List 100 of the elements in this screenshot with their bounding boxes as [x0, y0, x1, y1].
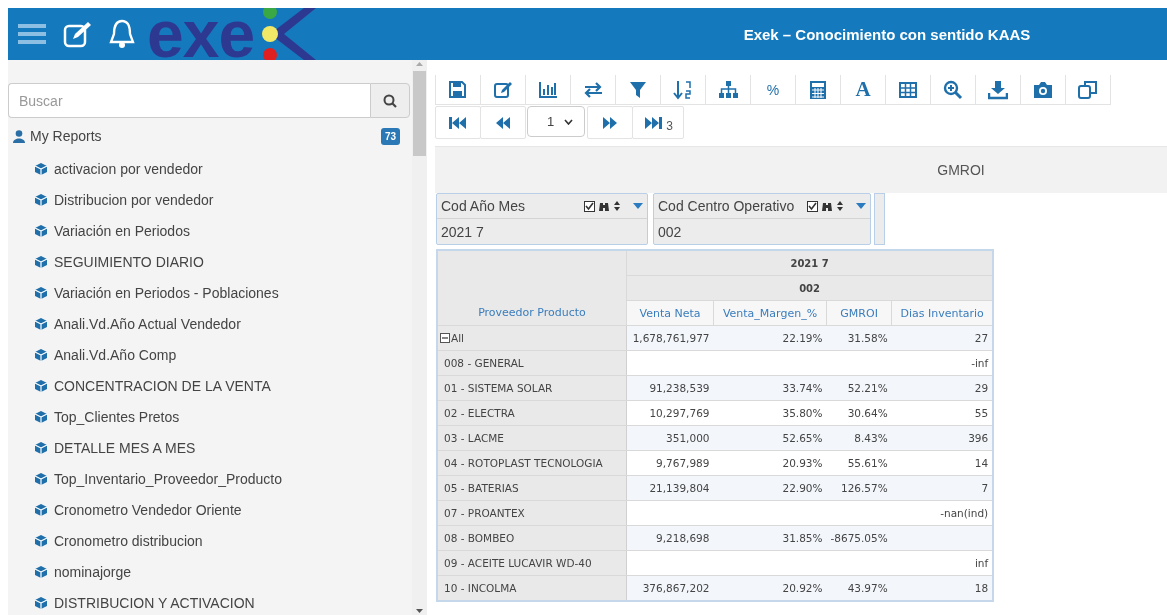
report-item[interactable]: Top_Inventario_Proveedor_Producto: [54, 470, 283, 487]
scrollbar[interactable]: [412, 60, 427, 615]
table-cell: 9,218,698: [656, 532, 710, 544]
filter-field[interactable]: Cod Año Mes 2021 7: [436, 193, 648, 245]
row-label: 01 - SISTEMA SOLAR: [444, 382, 553, 394]
search-field[interactable]: Buscar: [8, 83, 370, 118]
table-cell: 20.93%: [782, 457, 823, 469]
table-cell: 35.80%: [782, 407, 823, 419]
cube-icon: [34, 595, 48, 610]
column-group-header: 002: [626, 275, 994, 301]
copy-icon: [1078, 79, 1098, 100]
last-page-button[interactable]: 3: [632, 106, 684, 139]
table-cell: 91,238,539: [649, 382, 710, 394]
report-item[interactable]: activacion por vendedor: [54, 160, 203, 177]
binoculars-icon[interactable]: [598, 200, 610, 212]
checkbox-icon[interactable]: [807, 200, 818, 212]
report-item[interactable]: Cronometro Vendedor Oriente: [54, 501, 242, 518]
report-item[interactable]: SEGUIMIENTO DIARIO: [54, 253, 204, 270]
report-item[interactable]: CONCENTRACION DE LA VENTA: [54, 377, 271, 394]
row-label: 05 - BATERIAS: [444, 482, 519, 494]
row-label: 08 - BOMBEO: [444, 532, 515, 544]
cube-icon: [34, 471, 48, 486]
report-item[interactable]: DISTRIBUCION Y ACTIVACION: [54, 594, 255, 611]
table-cell: 22.90%: [782, 482, 823, 494]
row-label: 02 - ELECTRA: [444, 407, 515, 419]
report-item[interactable]: Anali.Vd.Año Actual Vendedor: [54, 315, 241, 332]
checkbox-icon[interactable]: [584, 200, 595, 212]
row-label: 04 - ROTOPLAST TECNOLOGIA: [444, 457, 603, 469]
filter-value: 002: [657, 222, 683, 242]
cube-icon: [34, 533, 48, 548]
camera-icon: [1033, 79, 1053, 100]
cube-icon: [34, 502, 48, 517]
report-item[interactable]: Variación en Periodos - Poblaciones: [54, 284, 279, 301]
column-header[interactable]: Proveedor Producto: [437, 250, 627, 326]
report-item[interactable]: Variación en Periodos: [54, 222, 190, 239]
section-title[interactable]: My Reports: [30, 128, 381, 144]
table-cell: 21,139,804: [649, 482, 710, 494]
column-group-header: 2021 7: [626, 250, 994, 276]
cube-icon: [34, 347, 48, 362]
user-icon: [13, 129, 25, 143]
table-cell: 396: [968, 432, 989, 444]
edit-icon[interactable]: [63, 20, 93, 48]
column-header[interactable]: Venta_Margen_%: [713, 300, 827, 326]
table-cell: 43.97%: [847, 582, 888, 594]
cube-icon: [34, 564, 48, 579]
table-cell: 31.58%: [847, 332, 888, 344]
bar-chart-icon: [538, 79, 558, 100]
report-item[interactable]: Cronometro distribucion: [54, 532, 203, 549]
filter-icon: [628, 79, 648, 100]
binoculars-icon[interactable]: [821, 200, 833, 212]
app-title: Exek – Conocimiento con sentido KAAS: [742, 25, 1032, 43]
collapse-icon[interactable]: [440, 332, 450, 343]
report-item[interactable]: Top_Clientes Pretos: [54, 408, 180, 425]
table-cell: 30.64%: [847, 407, 888, 419]
cube-icon: [34, 192, 48, 207]
report-item[interactable]: Anali.Vd.Año Comp: [54, 346, 177, 363]
save-button[interactable]: [435, 75, 481, 105]
cube-icon: [34, 316, 48, 331]
table-cell: -inf: [971, 357, 989, 369]
swap-arrows-icon: [583, 79, 603, 100]
dropdown-caret-icon[interactable]: [633, 203, 643, 209]
download-icon: [988, 79, 1008, 100]
search-button[interactable]: [370, 83, 410, 118]
sort-icon: [673, 79, 693, 100]
report-item[interactable]: Distribucion por vendedor: [54, 191, 214, 208]
table-grid-icon: [898, 79, 918, 100]
scroll-down-icon[interactable]: [415, 607, 424, 615]
next-page-button[interactable]: [587, 106, 633, 139]
count-badge: 73: [380, 127, 400, 145]
report-item[interactable]: DETALLE MES A MES: [54, 439, 196, 456]
previous-page-button[interactable]: [480, 106, 526, 139]
zoom-in-icon: [943, 79, 963, 100]
dropdown-caret-icon[interactable]: [856, 203, 866, 209]
calculator-icon: [808, 79, 828, 100]
sort-arrows-icon[interactable]: [613, 200, 621, 212]
table-cell: 1,678,761,977: [632, 332, 710, 344]
table-cell: inf: [974, 557, 989, 569]
table-cell: 18: [974, 582, 989, 594]
scroll-thumb[interactable]: [413, 71, 426, 156]
table-cell: 55: [974, 407, 989, 419]
table-cell: 52.21%: [847, 382, 888, 394]
column-header[interactable]: Venta Neta: [626, 300, 714, 326]
last-page-icon: [643, 114, 664, 131]
row-label: 008 - GENERAL: [444, 357, 524, 369]
filter-label: Cod Año Mes: [441, 198, 527, 214]
bell-icon[interactable]: [107, 18, 137, 50]
filter-field[interactable]: Cod Centro Operativo 002: [653, 193, 871, 245]
report-item[interactable]: nominajorge: [54, 563, 132, 580]
column-header[interactable]: Dias Inventario: [891, 300, 994, 326]
page-select[interactable]: 1: [527, 106, 585, 137]
table-cell: -nan(ind): [940, 507, 989, 519]
cube-icon: [34, 440, 48, 455]
first-page-button[interactable]: [435, 106, 481, 139]
filter-handle[interactable]: [874, 193, 885, 245]
cube-icon: [34, 161, 48, 176]
table-cell: 20.92%: [782, 582, 823, 594]
sort-arrows-icon[interactable]: [836, 200, 844, 212]
copy-button[interactable]: [1065, 75, 1111, 105]
cube-icon: [34, 409, 48, 424]
row-label: 10 - INCOLMA: [444, 582, 517, 594]
